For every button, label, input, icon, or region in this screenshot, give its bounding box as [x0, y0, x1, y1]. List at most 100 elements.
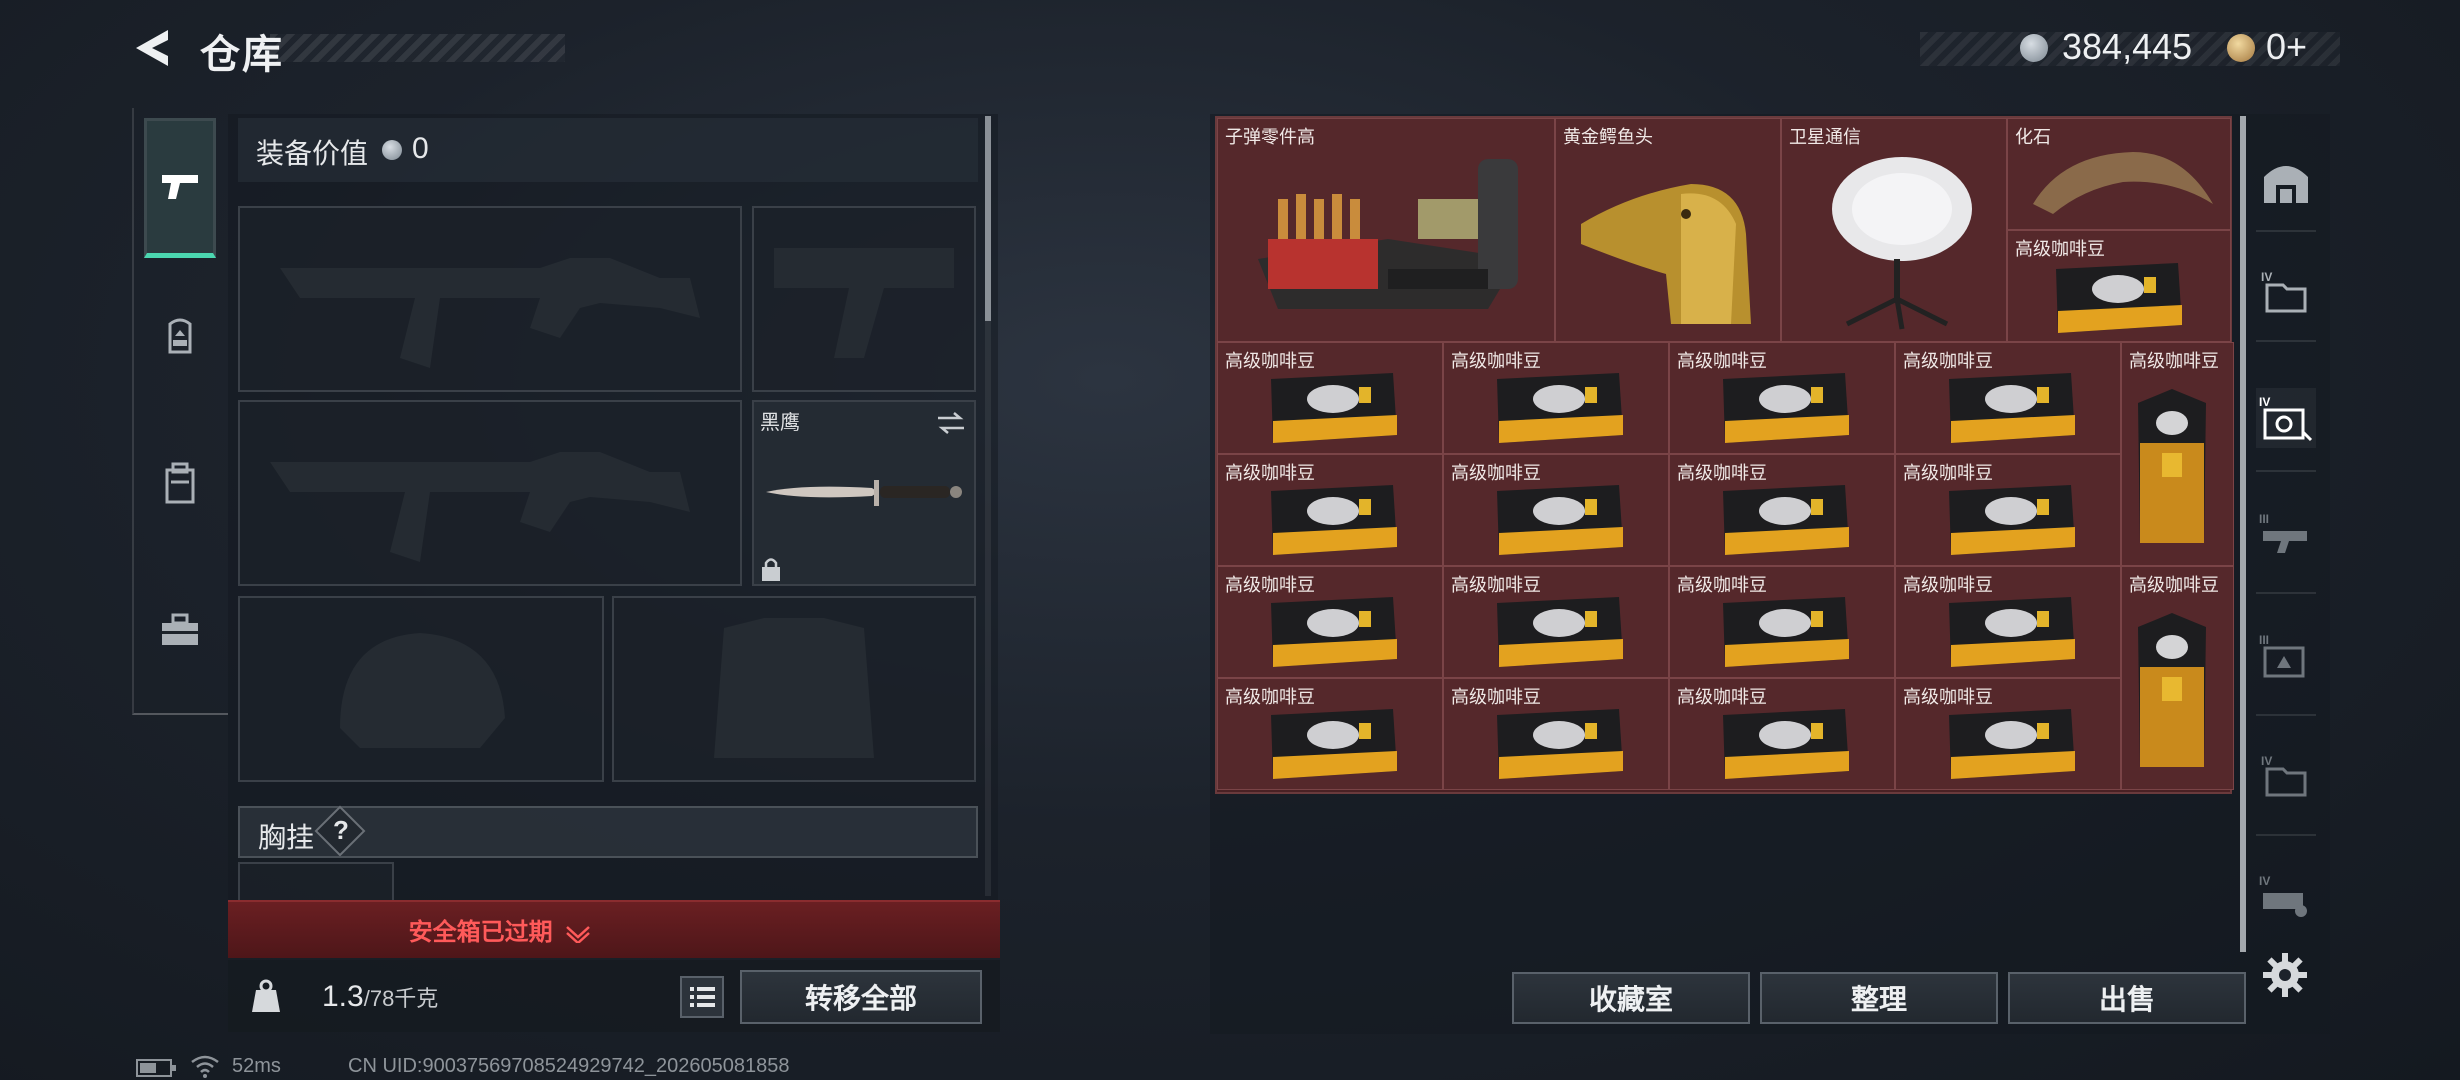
pistol-silhouette-icon [774, 248, 954, 358]
coffee-item[interactable]: 高级咖啡豆 [1895, 342, 2121, 454]
storage-tab-iii-1[interactable]: III [2256, 504, 2316, 564]
coffee-item[interactable]: 高级咖啡豆 [1217, 678, 1443, 790]
back-arrow-icon[interactable] [128, 26, 178, 70]
tab-separator [2256, 714, 2316, 716]
coffee-bag-tall-icon [2138, 389, 2206, 543]
coffee-item[interactable]: 高级咖啡豆 [1669, 566, 1895, 678]
helmet-slot[interactable] [238, 596, 604, 782]
knife-icon [766, 480, 962, 506]
lock-icon [762, 558, 780, 581]
storage-tab-iii-2[interactable]: III [2256, 626, 2316, 686]
coffee-item[interactable]: 高级咖啡豆 [1443, 566, 1669, 678]
page-title: 仓库 [200, 33, 284, 77]
nav-case-tab[interactable] [144, 584, 216, 676]
title-stripe [270, 34, 565, 62]
coffee-bag-icon [1497, 373, 1623, 443]
coffee-bag-icon [1497, 597, 1623, 667]
pistol-slot[interactable] [752, 206, 976, 392]
coffee-bag-icon [1271, 485, 1397, 555]
gold-coin-icon [2227, 34, 2255, 62]
case-iv-icon: IV [2259, 874, 2307, 917]
gold-currency-amount[interactable]: 0+ [2266, 26, 2307, 68]
coffee-bag-icon [1723, 597, 1849, 667]
nav-weapons-tab[interactable] [144, 118, 216, 258]
equipment-value-amount: 0 [412, 132, 429, 165]
svg-text:IV: IV [2261, 270, 2272, 284]
equipment-scrollbar[interactable] [985, 116, 991, 321]
uid-text: CN UID:900375697085249297​42_20260508185… [348, 1055, 790, 1077]
coffee-item[interactable]: 高级咖啡豆 [2121, 342, 2234, 566]
storage-tab-iv-1[interactable]: IV [2256, 262, 2316, 322]
equipment-value-label: 装备价值 [256, 138, 369, 169]
storage-item[interactable]: 黄金鳄鱼头 [1555, 118, 1781, 342]
folder-iv-icon: IV [2261, 754, 2307, 797]
backpack-iii-icon: III [2259, 633, 2305, 678]
settings-gear-icon[interactable] [2262, 952, 2308, 998]
coffee-item[interactable]: 高级咖啡豆 [1443, 342, 1669, 454]
rifle-silhouette-icon [270, 452, 690, 562]
coffee-item[interactable]: 高级咖啡豆 [1669, 678, 1895, 790]
coffee-item[interactable]: 高级咖啡豆 [1217, 342, 1443, 454]
coffee-item[interactable]: 高级咖啡豆 [1669, 454, 1895, 566]
storage-item[interactable]: 化石 [2007, 118, 2231, 230]
helmet-silhouette-icon [340, 633, 505, 748]
primary-weapon-slot-2[interactable] [238, 400, 742, 586]
svg-text:III: III [2259, 633, 2269, 647]
backpack-icon [168, 318, 192, 354]
coffee-item[interactable]: 高级咖啡豆 [1895, 454, 2121, 566]
toolbox-icon [162, 613, 198, 645]
coffee-item[interactable]: 高级咖啡豆 [2121, 566, 2234, 790]
coffee-bag-icon [1271, 373, 1397, 443]
fossil-claw-icon [2033, 152, 2213, 214]
coffee-item[interactable]: 高级咖啡豆 [1217, 566, 1443, 678]
list-icon [690, 987, 715, 1007]
primary-weapon-slot-1[interactable] [238, 206, 742, 392]
weight-icon [252, 979, 280, 1012]
golden-croc-head-icon [1581, 184, 1751, 324]
storage-item[interactable]: 子弹零件高 [1217, 118, 1555, 342]
item-label: 高级咖啡豆 [2129, 575, 2219, 595]
melee-weapon-slot[interactable]: 黑鹰 [752, 400, 976, 586]
transfer-all-button[interactable]: 转移全部 [740, 970, 982, 1024]
knife-name: 黑鹰 [760, 412, 800, 434]
nav-vest-tab[interactable] [144, 438, 216, 530]
nav-backpack-tab[interactable] [144, 290, 216, 382]
chevron-down-icon [566, 925, 591, 945]
coffee-item[interactable]: 高级咖啡豆 [1217, 454, 1443, 566]
storage-tab-iv-3[interactable]: IV [2256, 746, 2316, 806]
wifi-icon [191, 1055, 219, 1078]
tab-separator [2256, 592, 2316, 594]
help-question-mark: ? [333, 815, 349, 845]
list-view-button[interactable] [680, 976, 724, 1018]
collection-room-button[interactable]: 收藏室 [1512, 972, 1750, 1024]
storage-scrollbar[interactable] [2240, 116, 2246, 952]
coffee-item[interactable]: 高级咖啡豆 [1443, 454, 1669, 566]
safebox-expired-text: 安全箱已过期 [0, 912, 1000, 947]
folder-iv-icon: IV [2261, 270, 2307, 313]
vest-icon [165, 462, 195, 504]
silver-currency-amount: 384,445 [2062, 26, 2193, 67]
swap-icon[interactable] [936, 410, 966, 436]
coffee-item[interactable]: 高级咖啡豆 [1669, 342, 1895, 454]
coffee-item[interactable]: 高级咖啡豆 [1895, 566, 2121, 678]
weapon-rack-iii-icon: III [2259, 512, 2307, 553]
armor-slot[interactable] [612, 596, 976, 782]
svg-text:IV: IV [2261, 754, 2272, 768]
storage-item[interactable]: 卫星通信 [1781, 118, 2007, 342]
chest-rig-slot[interactable] [238, 862, 394, 900]
coffee-item[interactable]: 高级咖啡豆 [1895, 678, 2121, 790]
storage-tab-main[interactable] [2256, 152, 2316, 212]
storage-item[interactable]: 高级咖啡豆 [2007, 230, 2231, 342]
storage-tab-iv-2-active[interactable]: IV [2256, 388, 2316, 448]
value-coin-icon [382, 140, 402, 160]
armor-silhouette-icon [714, 618, 874, 758]
coffee-bag-icon [1949, 597, 2075, 667]
sort-button[interactable]: 整理 [1760, 972, 1998, 1024]
tab-separator [2256, 834, 2316, 836]
storage-tab-iv-4[interactable]: IV [2256, 866, 2316, 926]
ping-text: 52ms [232, 1055, 281, 1077]
coffee-item[interactable]: 高级咖啡豆 [1443, 678, 1669, 790]
svg-text:IV: IV [2259, 395, 2270, 409]
weight-value: 1.3/78千克 [322, 980, 439, 1013]
sell-button[interactable]: 出售 [2008, 972, 2246, 1024]
